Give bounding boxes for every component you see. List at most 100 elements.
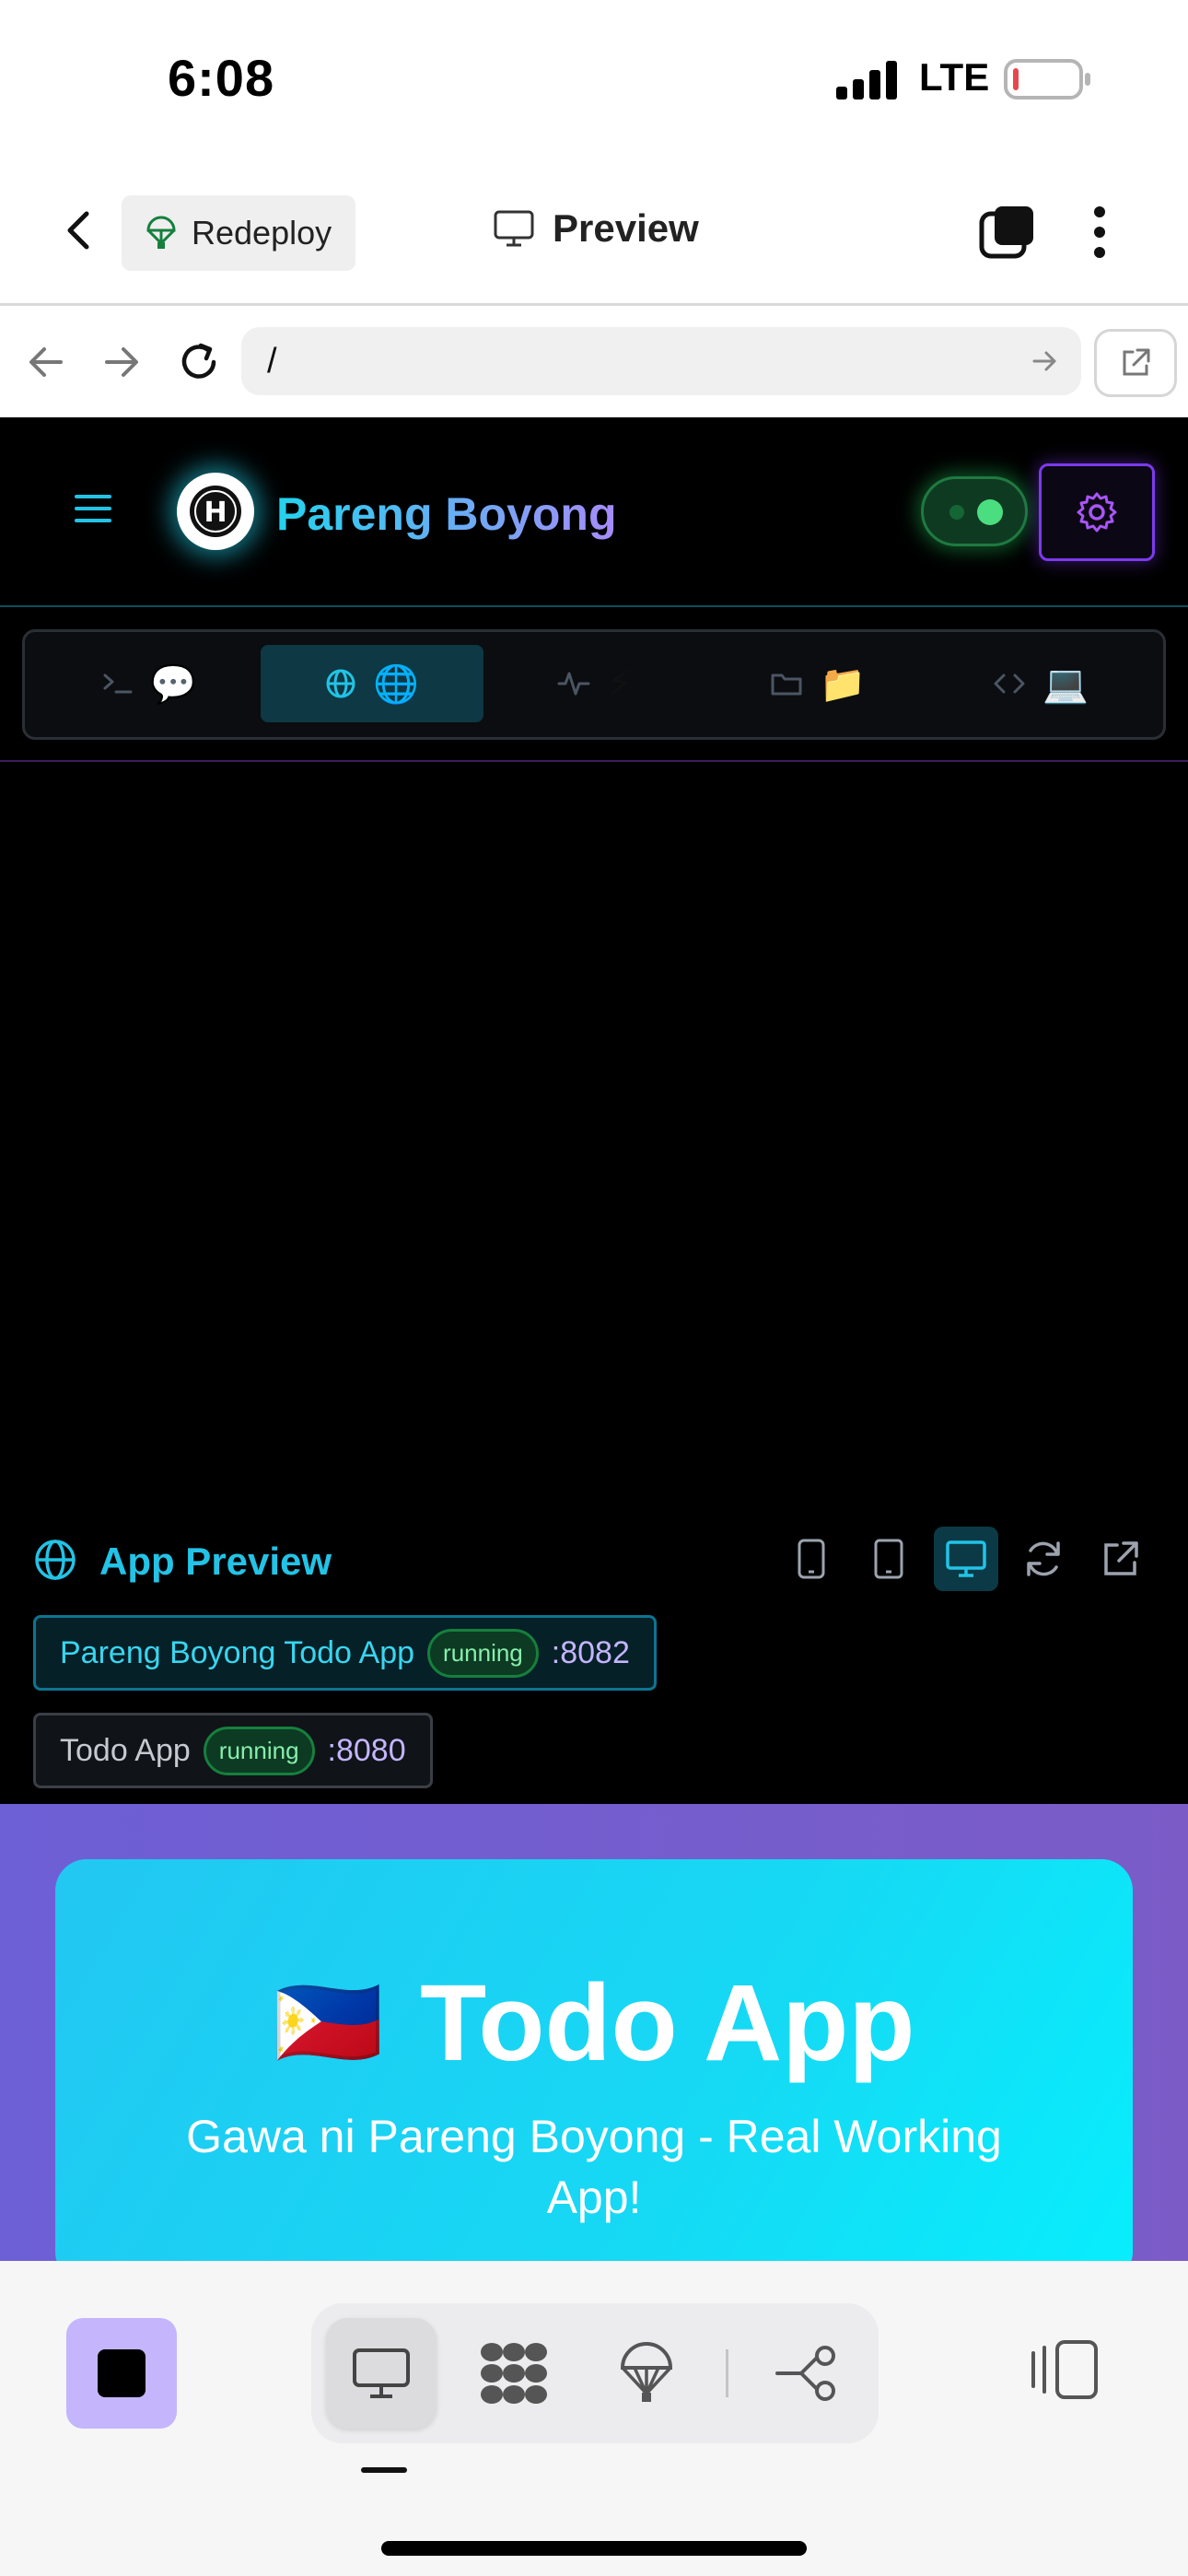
external-link-icon bbox=[1104, 1541, 1138, 1575]
hero-subtitle: Gawa ni Pareng Boyong - Real Working App… bbox=[186, 2111, 1002, 2223]
stop-button[interactable] bbox=[66, 2318, 177, 2429]
app-port: :8080 bbox=[327, 1732, 406, 1768]
status-bar: 6:08 LTE bbox=[0, 0, 1188, 157]
logo-letter: H bbox=[204, 497, 227, 529]
kebab-menu-icon bbox=[1094, 206, 1105, 258]
parachute-icon bbox=[146, 216, 177, 251]
mode-switcher bbox=[311, 2303, 879, 2443]
parachute-icon bbox=[620, 2342, 673, 2402]
external-link-icon bbox=[1123, 348, 1150, 376]
tablet-icon bbox=[874, 1539, 903, 1579]
app-name: Todo App bbox=[60, 1732, 191, 1768]
online-status-toggle[interactable] bbox=[921, 476, 1028, 546]
tab-emoji: 📁 bbox=[820, 663, 866, 705]
tab-strip: 💬 🌐 ⚡ 📁 💻 bbox=[22, 629, 1166, 740]
app-port: :8082 bbox=[551, 1634, 630, 1670]
brand-name: Pareng Boyong bbox=[276, 488, 617, 540]
reload-icon bbox=[181, 343, 216, 379]
go-arrow-icon[interactable] bbox=[1031, 347, 1059, 375]
app-frame: H Pareng Boyong 💬 🌐 ⚡ 📁 💻 App Preview Pa… bbox=[0, 417, 1188, 1804]
gear-icon bbox=[1077, 492, 1117, 533]
code-icon bbox=[993, 670, 1026, 697]
home-indicator bbox=[381, 2541, 807, 2556]
brand-logo: H bbox=[177, 473, 254, 550]
terminal-icon bbox=[102, 670, 134, 697]
divider bbox=[726, 2349, 728, 2397]
page-title: Preview bbox=[494, 206, 699, 251]
sidebar-panel-icon bbox=[1031, 2340, 1098, 2399]
refresh-preview-button[interactable] bbox=[1011, 1527, 1076, 1591]
deploy-mode-button[interactable] bbox=[591, 2318, 702, 2429]
app-chip-todo[interactable]: Todo App running :8080 bbox=[33, 1713, 433, 1788]
tabs-button[interactable] bbox=[978, 205, 1035, 262]
redeploy-button[interactable]: Redeploy bbox=[122, 195, 355, 271]
connections-button[interactable] bbox=[751, 2318, 862, 2429]
hero-title: 🇵🇭 Todo App bbox=[55, 1961, 1133, 2086]
monitor-icon bbox=[353, 2348, 410, 2398]
app-preview-label: App Preview bbox=[99, 1540, 332, 1583]
app-header: Redeploy Preview bbox=[0, 157, 1188, 306]
preview-toolbar: App Preview bbox=[0, 1519, 1188, 1611]
workspace-mode-button[interactable] bbox=[459, 2318, 569, 2429]
browser-forward-button[interactable] bbox=[101, 342, 142, 382]
status-badge: running bbox=[427, 1628, 539, 1678]
apps-grid-icon bbox=[481, 2343, 547, 2404]
tab-emoji: 💬 bbox=[150, 663, 196, 705]
web-preview-content: 🇵🇭 Todo App Gawa ni Pareng Boyong - Real… bbox=[0, 1804, 1188, 2283]
url-input[interactable]: / bbox=[241, 327, 1081, 395]
status-badge: running bbox=[203, 1726, 315, 1775]
bottom-toolbar bbox=[0, 2261, 1188, 2576]
page-title-text: Preview bbox=[553, 206, 699, 250]
tab-emoji: 🌐 bbox=[373, 663, 419, 705]
hero-card: 🇵🇭 Todo App Gawa ni Pareng Boyong - Real… bbox=[55, 1859, 1133, 2283]
tab-emoji: 💻 bbox=[1042, 663, 1089, 705]
back-button[interactable] bbox=[53, 205, 105, 256]
globe-icon bbox=[33, 1538, 77, 1582]
tablet-view-button[interactable] bbox=[856, 1527, 921, 1591]
app-navbar: H Pareng Boyong bbox=[0, 417, 1188, 607]
hero-title-text: Todo App bbox=[420, 1962, 915, 2084]
browser-back-button[interactable] bbox=[26, 342, 66, 382]
arrow-right-icon bbox=[105, 347, 138, 377]
toggle-panel-button[interactable] bbox=[1030, 2338, 1100, 2401]
tab-preview[interactable]: 🌐 bbox=[261, 645, 483, 722]
status-time: 6:08 bbox=[168, 49, 275, 107]
open-preview-external-button[interactable] bbox=[1089, 1527, 1153, 1591]
tab-files[interactable]: 📁 bbox=[706, 645, 929, 722]
folder-icon bbox=[770, 670, 803, 697]
refresh-icon bbox=[1027, 1541, 1060, 1576]
share-nodes-icon bbox=[775, 2346, 835, 2401]
tab-chat[interactable]: 💬 bbox=[38, 645, 261, 722]
monitor-icon bbox=[494, 210, 534, 247]
tab-activity[interactable]: ⚡ bbox=[483, 645, 706, 722]
signal-icon bbox=[836, 61, 901, 100]
network-type: LTE bbox=[919, 55, 990, 99]
desktop-view-button[interactable] bbox=[934, 1527, 998, 1591]
url-bar: / bbox=[0, 309, 1188, 417]
stop-icon bbox=[98, 2349, 146, 2397]
chevron-left-icon bbox=[67, 211, 89, 250]
hamburger-menu-icon[interactable] bbox=[74, 493, 112, 524]
redeploy-label: Redeploy bbox=[192, 214, 332, 252]
active-mode-indicator bbox=[361, 2467, 407, 2473]
settings-button[interactable] bbox=[1039, 463, 1155, 561]
monitor-icon bbox=[946, 1540, 986, 1577]
more-options-button[interactable] bbox=[1090, 205, 1109, 260]
app-chip-pareng-boyong-todo[interactable]: Pareng Boyong Todo App running :8082 bbox=[33, 1615, 657, 1691]
phone-icon bbox=[798, 1539, 825, 1579]
app-name: Pareng Boyong Todo App bbox=[60, 1634, 415, 1670]
globe-icon bbox=[325, 668, 356, 699]
battery-icon bbox=[1004, 57, 1092, 101]
mobile-view-button[interactable] bbox=[779, 1527, 844, 1591]
arrow-left-icon bbox=[29, 347, 63, 377]
activity-icon bbox=[557, 670, 590, 697]
tab-emoji: ⚡ bbox=[606, 663, 634, 704]
philippines-flag-icon: 🇵🇭 bbox=[273, 1973, 384, 2072]
tab-strip-container: 💬 🌐 ⚡ 📁 💻 bbox=[0, 609, 1188, 762]
open-external-button[interactable] bbox=[1094, 329, 1177, 397]
tabs-icon bbox=[979, 206, 1033, 259]
tab-code[interactable]: 💻 bbox=[929, 645, 1152, 722]
preview-mode-button[interactable] bbox=[326, 2318, 437, 2429]
reload-button[interactable] bbox=[177, 340, 221, 384]
url-path: / bbox=[267, 341, 277, 381]
